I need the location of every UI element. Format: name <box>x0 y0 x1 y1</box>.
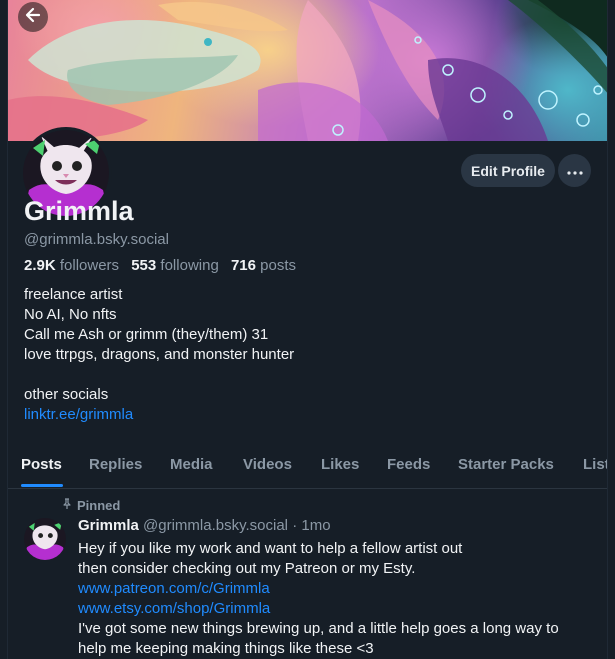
bio-line: love ttrpgs, dragons, and monster hunter <box>24 346 295 363</box>
tab-likes[interactable]: Likes <box>321 456 359 473</box>
bio-line: No AI, No nfts <box>24 306 117 323</box>
post-author-name[interactable]: Grimmla <box>78 517 139 534</box>
pinned-indicator: Pinned <box>61 498 120 513</box>
following-label: following <box>160 257 219 274</box>
posts-label: posts <box>260 257 297 274</box>
profile-stats: 2.9K followers 553 following 716 posts <box>24 257 296 274</box>
bio-link[interactable]: linktr.ee/grimmla <box>24 405 294 425</box>
post-header: Grimmla @grimmla.bsky.social · 1mo <box>78 517 331 534</box>
post-link-etsy[interactable]: www.etsy.com/shop/Grimmla <box>78 599 559 619</box>
post-text-line: then consider checking out my Patreon or… <box>78 560 416 577</box>
post-author-handle[interactable]: @grimmla.bsky.social <box>143 517 288 534</box>
post-body: Hey if you like my work and want to help… <box>78 539 559 659</box>
followers-label: followers <box>59 257 120 274</box>
profile-page: Edit Profile Grimmla @grimmla.bsky.socia… <box>7 0 608 659</box>
pin-icon <box>61 498 73 513</box>
ellipsis-icon <box>566 162 583 180</box>
more-options-button[interactable] <box>558 154 591 187</box>
posts-count: 716 <box>230 257 256 274</box>
post-author-avatar[interactable] <box>24 518 66 560</box>
followers-stat[interactable]: 2.9K followers <box>24 257 119 274</box>
back-button[interactable] <box>18 2 48 32</box>
posts-stat: 716 posts <box>231 257 296 274</box>
profile-banner[interactable] <box>8 0 607 141</box>
post-separator: · <box>292 517 298 534</box>
following-stat[interactable]: 553 following <box>131 257 219 274</box>
tab-lists[interactable]: List <box>583 456 607 473</box>
profile-handle: @grimmla.bsky.social <box>24 231 169 248</box>
banner-artwork <box>8 0 607 141</box>
profile-tabs: Posts Replies Media Videos Likes Feeds S… <box>8 447 607 489</box>
tab-feeds[interactable]: Feeds <box>387 456 430 473</box>
bio-line: Call me Ash or grimm (they/them) 31 <box>24 326 269 343</box>
profile-bio: freelance artist No AI, No nfts Call me … <box>24 285 294 425</box>
active-tab-indicator <box>21 484 63 487</box>
tab-posts[interactable]: Posts <box>21 456 62 473</box>
post-link-patreon[interactable]: www.patreon.com/c/Grimmla <box>78 579 559 599</box>
display-name: Grimmla <box>24 196 134 226</box>
followers-count: 2.9K <box>24 257 56 274</box>
tab-videos[interactable]: Videos <box>243 456 292 473</box>
following-count: 553 <box>131 257 157 274</box>
post-text-line: Hey if you like my work and want to help… <box>78 540 463 557</box>
post-text-line: I've got some new things brewing up, and… <box>78 620 559 637</box>
edit-profile-button[interactable]: Edit Profile <box>461 154 555 187</box>
tab-replies[interactable]: Replies <box>89 456 142 473</box>
bio-line: other socials <box>24 386 109 403</box>
bio-line <box>24 365 294 385</box>
pinned-label: Pinned <box>77 498 121 513</box>
arrow-left-icon <box>24 6 42 29</box>
post-text-line: help me keeping making things like these… <box>78 640 374 657</box>
post-timestamp[interactable]: 1mo <box>301 517 330 534</box>
bio-line: freelance artist <box>24 286 123 303</box>
tab-starter-packs[interactable]: Starter Packs <box>458 456 554 473</box>
tab-media[interactable]: Media <box>170 456 213 473</box>
pinned-post[interactable]: Pinned Grimmla @grimmla.bsky.social · 1m… <box>8 490 607 659</box>
